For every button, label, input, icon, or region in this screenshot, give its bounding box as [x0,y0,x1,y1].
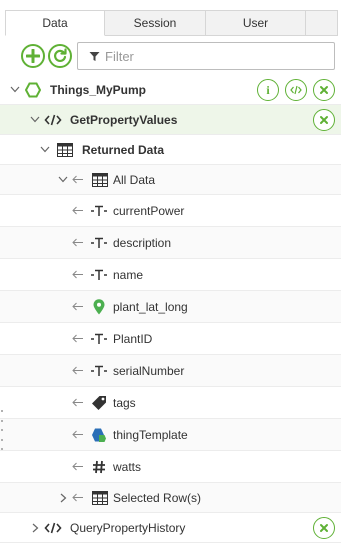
chevron-right-icon[interactable] [30,523,40,533]
funnel-icon [83,51,105,62]
code-button[interactable] [285,79,307,101]
plus-circle-icon [26,49,40,63]
thing-icon [25,82,41,98]
string-type-icon [91,333,107,345]
panel-resize-handle[interactable] [0,410,4,450]
tree-row-returned-data[interactable]: Returned Data [0,135,341,165]
tree-row-all-data[interactable]: All Data [0,165,341,195]
tag-icon [91,395,107,411]
remove-query-service-button[interactable] [313,517,335,539]
tree-row-selected-rows[interactable]: Selected Row(s) [0,483,341,513]
chevron-down-icon[interactable] [58,175,68,185]
remove-service-button[interactable] [313,109,335,131]
bind-arrow-icon[interactable] [72,175,84,185]
tree-row-field[interactable]: plant_lat_long [0,291,341,323]
info-icon: i [266,82,270,97]
field-label: thingTemplate [113,427,188,442]
chevron-down-icon[interactable] [10,85,20,95]
field-label: currentPower [113,203,185,218]
close-icon [320,86,328,94]
bind-arrow-icon[interactable] [72,462,84,472]
bind-arrow-icon[interactable] [72,398,84,408]
field-label: description [113,235,172,250]
tree-row-field[interactable]: PlantID [0,323,341,355]
tree-row-field[interactable]: currentPower [0,195,341,227]
field-label: tags [113,395,136,410]
field-label: plant_lat_long [113,299,188,314]
field-label: watts [113,459,142,474]
code-icon [290,85,302,95]
table-icon [57,142,73,157]
returned-data-label: Returned Data [82,142,165,157]
bind-arrow-icon[interactable] [72,493,84,503]
add-button[interactable] [21,44,45,68]
close-icon [320,116,328,124]
filter-box [77,42,335,70]
refresh-icon [54,48,67,62]
bind-arrow-icon[interactable] [72,238,84,248]
bind-arrow-icon[interactable] [72,270,84,280]
tree-row-field[interactable]: tags [0,387,341,419]
tree-row-thing[interactable]: Things_MyPump i [0,75,341,105]
filter-input[interactable] [105,48,305,64]
number-type-icon [92,460,106,474]
bind-arrow-icon[interactable] [72,334,84,344]
close-icon [320,524,328,532]
field-label: PlantID [113,331,153,346]
service-label: GetPropertyValues [70,112,178,127]
field-label: name [113,267,144,282]
string-type-icon [91,205,107,217]
tab-bar: Data Session User [5,10,338,36]
tree-row-field[interactable]: description [0,227,341,259]
service-code-icon [44,113,62,127]
query-service-label: QueryPropertyHistory [70,520,186,535]
string-type-icon [91,237,107,249]
tree-row-field[interactable]: serialNumber [0,355,341,387]
chevron-down-icon[interactable] [40,145,50,155]
string-type-icon [91,365,107,377]
field-label: serialNumber [113,363,185,378]
tree-row-query-service[interactable]: QueryPropertyHistory [0,513,341,543]
tab-data[interactable]: Data [5,10,105,36]
tab-user[interactable]: User [206,10,306,36]
chevron-right-icon[interactable] [58,493,68,503]
bind-arrow-icon[interactable] [72,430,84,440]
chevron-down-icon[interactable] [30,115,40,125]
tab-session[interactable]: Session [105,10,206,36]
thing-template-icon [90,427,107,443]
table-icon [92,172,108,187]
tree-row-service[interactable]: GetPropertyValues [0,105,341,135]
remove-thing-button[interactable] [313,79,335,101]
string-type-icon [91,269,107,281]
refresh-button[interactable] [48,44,72,68]
tab-bar-filler [306,10,338,36]
table-icon [92,490,108,505]
tree-row-field[interactable]: thingTemplate [0,419,341,451]
service-code-icon [44,521,62,535]
bind-arrow-icon[interactable] [72,366,84,376]
location-pin-icon [93,298,105,315]
tree-row-field[interactable]: name [0,259,341,291]
all-data-label: All Data [113,172,156,187]
thing-label: Things_MyPump [50,82,147,97]
info-button[interactable]: i [257,79,279,101]
selected-rows-label: Selected Row(s) [113,490,202,505]
bind-arrow-icon[interactable] [72,206,84,216]
tree-row-field[interactable]: watts [0,451,341,483]
toolbar [0,36,341,76]
bind-arrow-icon[interactable] [72,302,84,312]
